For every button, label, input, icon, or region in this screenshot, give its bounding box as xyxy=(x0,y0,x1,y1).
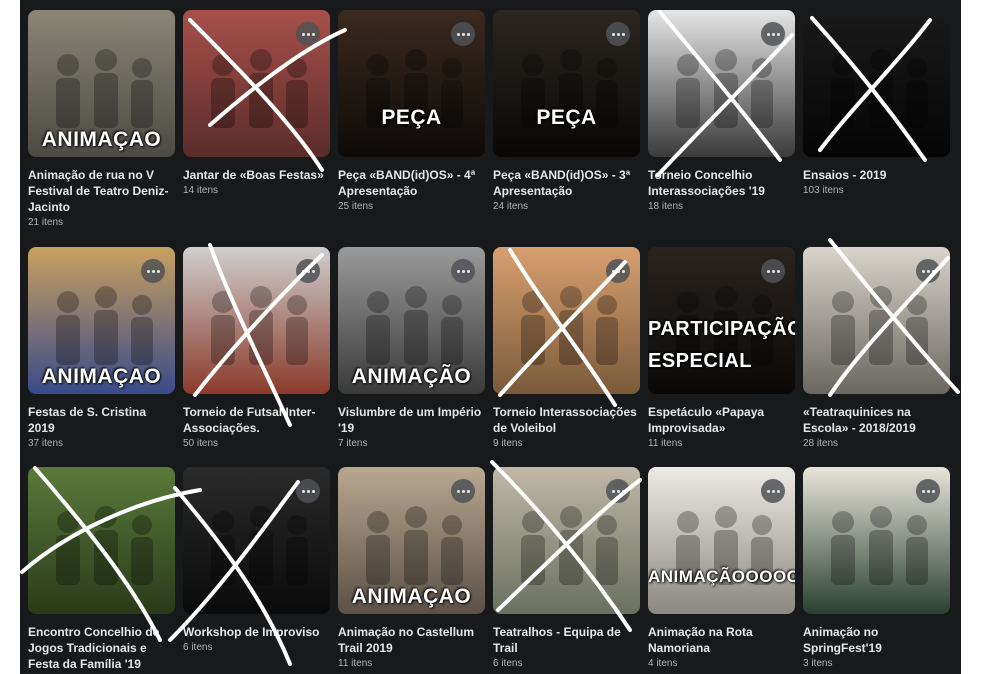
more-options-icon[interactable] xyxy=(761,259,785,283)
album-item-count: 9 itens xyxy=(493,438,523,449)
album-title[interactable]: «Teatraquinices na Escola» - 2018/2019 xyxy=(803,404,948,436)
album-card[interactable]: ANIMAÇAO Animação de rua no V Festival de… xyxy=(28,10,175,247)
more-options-icon[interactable] xyxy=(296,259,320,283)
album-thumbnail[interactable]: PARTICIPAÇÃO ESPECIAL xyxy=(648,247,795,394)
more-options-icon[interactable] xyxy=(606,259,630,283)
album-item-count: 50 itens xyxy=(183,438,219,449)
album-title[interactable]: Torneio de Futsal Inter-Associações. xyxy=(183,404,328,436)
more-options-icon[interactable] xyxy=(451,259,475,283)
album-item-count: 14 itens xyxy=(183,185,219,196)
album-photo xyxy=(803,10,950,157)
album-item-count: 24 itens xyxy=(493,201,529,212)
album-thumbnail[interactable]: PEÇA xyxy=(493,10,640,157)
album-photo xyxy=(28,467,175,614)
more-options-icon[interactable] xyxy=(141,259,165,283)
album-title[interactable]: Animação de rua no V Festival de Teatro … xyxy=(28,167,173,215)
album-card[interactable]: ANIMAÇÃOOOOOOOO Animação na Rota Namorian… xyxy=(648,467,795,674)
album-item-count: 28 itens xyxy=(803,438,839,449)
more-options-icon[interactable] xyxy=(606,479,630,503)
album-card[interactable]: Animação no SpringFest'19 3 itens xyxy=(803,467,950,674)
overlay-caption: ANIMAÇAO xyxy=(41,128,162,151)
album-item-count: 7 itens xyxy=(338,438,368,449)
album-card[interactable]: Torneio Concelhio Interassociações '19 18… xyxy=(648,10,795,247)
more-options-icon[interactable] xyxy=(451,22,475,46)
album-grid: ANIMAÇAO Animação de rua no V Festival de… xyxy=(28,10,950,674)
album-thumbnail[interactable] xyxy=(803,247,950,394)
more-options-icon[interactable] xyxy=(451,479,475,503)
album-item-count: 18 itens xyxy=(648,201,684,212)
album-card[interactable]: ANIMAÇÃO Vislumbre de um Império '19 7 ite… xyxy=(338,247,485,467)
album-card[interactable]: PEÇA Peça «BAND(id)OS» - 4ª Apresentação 2… xyxy=(338,10,485,247)
more-options-icon[interactable] xyxy=(916,259,940,283)
more-options-icon[interactable] xyxy=(606,22,630,46)
album-title[interactable]: Encontro Concelhio de Jogos Tradicionais… xyxy=(28,624,173,672)
album-card[interactable]: Encontro Concelhio de Jogos Tradicionais… xyxy=(28,467,175,674)
album-title[interactable]: Animação no SpringFest'19 xyxy=(803,624,948,656)
overlay-caption: ANIMAÇÃO xyxy=(351,365,472,388)
album-thumbnail[interactable]: ANIMAÇÃOOOOOOOO xyxy=(648,467,795,614)
album-title[interactable]: Vislumbre de um Império '19 xyxy=(338,404,483,436)
album-item-count: 25 itens xyxy=(338,201,374,212)
album-card[interactable]: ANIMAÇAO Festas de S. Cristina 2019 37 ite… xyxy=(28,247,175,467)
more-options-icon[interactable] xyxy=(761,479,785,503)
album-title[interactable]: Espetáculo «Papaya Improvisada» xyxy=(648,404,793,436)
overlay-caption: ANIMAÇAO xyxy=(351,585,472,608)
album-item-count: 3 itens xyxy=(803,658,833,669)
more-options-icon[interactable] xyxy=(916,479,940,503)
album-item-count: 6 itens xyxy=(183,642,213,653)
album-item-count: 4 itens xyxy=(648,658,678,669)
album-item-count: 11 itens xyxy=(648,438,683,449)
album-item-count: 11 itens xyxy=(338,658,373,669)
album-card[interactable]: Teatralhos - Equipa de Trail 6 itens xyxy=(493,467,640,674)
album-card[interactable]: Torneio de Futsal Inter-Associações. 50 i… xyxy=(183,247,330,467)
album-card[interactable]: Jantar de «Boas Festas» 14 itens xyxy=(183,10,330,247)
album-title[interactable]: Festas de S. Cristina 2019 xyxy=(28,404,173,436)
album-card[interactable]: Workshop de Improviso 6 itens xyxy=(183,467,330,674)
album-item-count: 103 itens xyxy=(803,185,844,196)
album-item-count: 21 itens xyxy=(28,217,64,228)
album-title[interactable]: Jantar de «Boas Festas» xyxy=(183,167,328,183)
overlay-caption: ANIMAÇÃOOOOOOOO xyxy=(648,567,795,586)
album-card[interactable]: Ensaios - 2019 103 itens xyxy=(803,10,950,247)
overlay-caption: PARTICIPAÇÃO ESPECIAL xyxy=(648,318,795,372)
album-thumbnail[interactable]: ANIMAÇAO xyxy=(338,467,485,614)
album-title[interactable]: Peça «BAND(id)OS» - 4ª Apresentação xyxy=(338,167,483,199)
album-card[interactable]: Torneio Interassociações de Voleibol 9 it… xyxy=(493,247,640,467)
album-thumbnail[interactable] xyxy=(183,10,330,157)
more-options-icon[interactable] xyxy=(296,22,320,46)
album-title[interactable]: Animação no Castellum Trail 2019 xyxy=(338,624,483,656)
album-card[interactable]: PEÇA Peça «BAND(id)OS» - 3ª Apresentação 2… xyxy=(493,10,640,247)
more-options-icon[interactable] xyxy=(761,22,785,46)
album-item-count: 37 itens xyxy=(28,438,64,449)
overlay-caption: PEÇA xyxy=(536,106,597,129)
album-thumbnail[interactable] xyxy=(183,467,330,614)
albums-panel: ANIMAÇAO Animação de rua no V Festival de… xyxy=(20,0,961,674)
album-title[interactable]: Torneio Concelhio Interassociações '19 xyxy=(648,167,793,199)
album-card[interactable]: «Teatraquinices na Escola» - 2018/2019 28… xyxy=(803,247,950,467)
overlay-caption: PEÇA xyxy=(381,106,442,129)
album-thumbnail[interactable] xyxy=(183,247,330,394)
album-thumbnail[interactable] xyxy=(648,10,795,157)
album-title[interactable]: Ensaios - 2019 xyxy=(803,167,948,183)
album-title[interactable]: Animação na Rota Namoriana xyxy=(648,624,793,656)
album-title[interactable]: Workshop de Improviso xyxy=(183,624,328,640)
album-thumbnail[interactable] xyxy=(493,247,640,394)
album-title[interactable]: Peça «BAND(id)OS» - 3ª Apresentação xyxy=(493,167,638,199)
album-thumbnail[interactable]: ANIMAÇAO xyxy=(28,10,175,157)
album-thumbnail[interactable] xyxy=(493,467,640,614)
album-thumbnail[interactable] xyxy=(803,467,950,614)
album-thumbnail[interactable]: PEÇA xyxy=(338,10,485,157)
album-thumbnail[interactable] xyxy=(803,10,950,157)
album-item-count: 6 itens xyxy=(493,658,523,669)
album-title[interactable]: Teatralhos - Equipa de Trail xyxy=(493,624,638,656)
overlay-caption: ANIMAÇAO xyxy=(41,365,162,388)
album-thumbnail[interactable] xyxy=(28,467,175,614)
more-options-icon[interactable] xyxy=(296,479,320,503)
album-thumbnail[interactable]: ANIMAÇÃO xyxy=(338,247,485,394)
album-title[interactable]: Torneio Interassociações de Voleibol xyxy=(493,404,638,436)
album-thumbnail[interactable]: ANIMAÇAO xyxy=(28,247,175,394)
album-card[interactable]: ANIMAÇAO Animação no Castellum Trail 2019… xyxy=(338,467,485,674)
album-card[interactable]: PARTICIPAÇÃO ESPECIAL Espetáculo «Papaya … xyxy=(648,247,795,467)
